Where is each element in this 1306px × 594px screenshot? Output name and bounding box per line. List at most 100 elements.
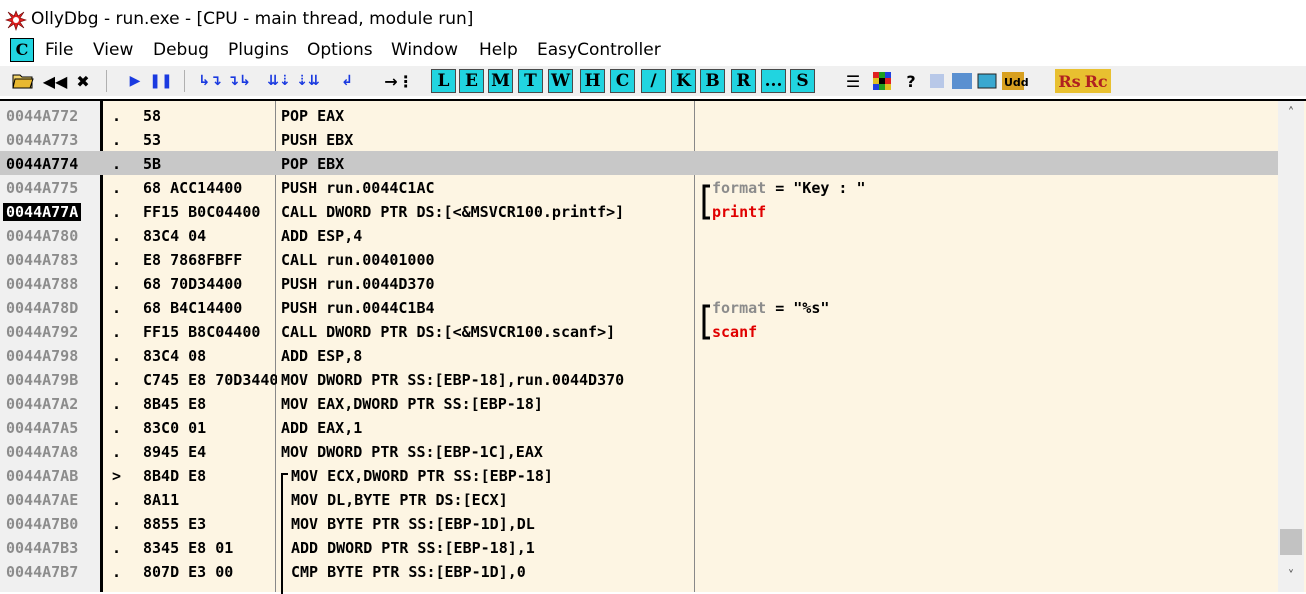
toolbar-references-button[interactable]: R — [731, 69, 756, 93]
rs-button[interactable]: Rs — [1058, 72, 1080, 91]
disassembly-row[interactable]: 0044A792. FF15 B8C04400 CALL DWORD PTR DS:… — [0, 319, 1278, 343]
disassembly-row[interactable]: 0044A772. 58 POP EAX — [0, 103, 1278, 127]
row-hex-dump: 83C4 04 — [143, 227, 207, 245]
toolbar-runtrace-button[interactable]: ... — [761, 69, 786, 93]
row-address: 0044A783 — [6, 251, 79, 269]
row-disassembly: MOV BYTE PTR SS:[EBP-1D],DL — [291, 515, 535, 533]
call-arg-bracket — [702, 184, 710, 220]
goto-icon[interactable]: →⋮ — [384, 69, 413, 93]
cpu-disassembly-pane[interactable]: 0044A772. 58 POP EAX 0044A773. 53 PUSH EBX 004… — [0, 99, 1306, 594]
row-address: 0044A7A5 — [6, 419, 79, 437]
toolbar-threads-button[interactable]: T — [518, 69, 543, 93]
toolbar-breakpoints-button[interactable]: B — [700, 69, 725, 93]
row-marker: . — [112, 563, 122, 581]
menu-options[interactable]: Options — [307, 40, 373, 60]
row-marker: . — [112, 419, 122, 437]
row-hex-dump: 83C0 01 — [143, 419, 207, 437]
disassembly-row[interactable]: 0044A780. 83C4 04 ADD ESP,4 — [0, 223, 1278, 247]
row-address: 0044A7A8 — [6, 443, 79, 461]
row-disassembly: ADD EAX,1 — [281, 419, 363, 437]
row-address: 0044A7B3 — [6, 539, 79, 557]
trace-over-icon[interactable]: ⇣⇊ — [295, 69, 321, 93]
menu-view[interactable]: View — [93, 40, 133, 60]
disassembly-row[interactable]: 0044A79B. C745 E8 70D34400 MOV DWORD PTR S… — [0, 367, 1278, 391]
row-address: 0044A7B0 — [6, 515, 79, 533]
step-into-icon[interactable]: ↳↴ — [197, 69, 223, 93]
row-hex-dump: 58 — [143, 107, 162, 125]
menu-help[interactable]: Help — [479, 40, 518, 60]
scroll-thumb[interactable] — [1280, 529, 1302, 555]
disassembly-row[interactable]: 0044A78D. 68 B4C14400 PUSH run.0044C1B4 for… — [0, 295, 1278, 319]
grid-icon[interactable] — [869, 69, 895, 93]
row-hex-dump: 8B4D E8 — [143, 467, 207, 485]
menu-easycontroller[interactable]: EasyController — [537, 40, 661, 60]
title-bar: OllyDbg - run.exe - [CPU - main thread, … — [0, 0, 1306, 38]
scroll-up-icon[interactable]: ˄ — [1278, 103, 1304, 125]
disassembly-row[interactable]: 0044A7A2. 8B45 E8 MOV EAX,DWORD PTR SS:[EB… — [0, 391, 1278, 415]
disassembly-row[interactable]: 0044A77A. FF15 B0C04400 CALL DWORD PTR DS:… — [0, 199, 1278, 223]
toolbar-separator — [184, 70, 185, 92]
vertical-scrollbar[interactable]: ˄ ˅ — [1278, 101, 1304, 592]
trace-into-icon[interactable]: ⇊⇣ — [266, 69, 292, 93]
toolbar-handles-button[interactable]: H — [580, 69, 605, 93]
disassembly-row[interactable]: 0044A7AE. 8A11 MOV DL,BYTE PTR DS:[ECX] — [0, 487, 1278, 511]
row-hex-dump: 83C4 08 — [143, 347, 207, 365]
row-disassembly: MOV EAX,DWORD PTR SS:[EBP-18] — [281, 395, 543, 413]
disassembly-row[interactable]: 0044A775. 68 ACC14400 PUSH run.0044C1AC for… — [0, 175, 1278, 199]
row-address: 0044A773 — [6, 131, 79, 149]
disassembly-row[interactable]: 0044A7B0. 8855 E3 MOV BYTE PTR SS:[EBP-1D]… — [0, 511, 1278, 535]
row-address: 0044A788 — [6, 275, 79, 293]
row-comment: format = "Key : " — [712, 179, 866, 197]
rs-rc-buttons[interactable]: Rs Rc — [1055, 69, 1111, 93]
toolbar-executables-button[interactable]: E — [459, 69, 484, 93]
toolbar-patches-button[interactable]: / — [641, 69, 666, 93]
close-icon[interactable]: ✖ — [70, 69, 96, 93]
run-icon[interactable]: ▶ — [122, 69, 148, 93]
pause-icon[interactable]: ❚❚ — [148, 69, 174, 93]
help-icon[interactable]: ? — [898, 69, 924, 93]
comment-arg-name: format — [712, 179, 767, 197]
disassembly-row[interactable]: 0044A7B3. 8345 E8 01 ADD DWORD PTR SS:[EBP… — [0, 535, 1278, 559]
ollydbg-bug-icon — [5, 10, 27, 31]
disassembly-row[interactable]: 0044A798. 83C4 08 ADD ESP,8 — [0, 343, 1278, 367]
toolbar-cpu-button[interactable]: C — [610, 69, 635, 93]
menu-file[interactable]: File — [45, 40, 73, 60]
rc-button[interactable]: Rc — [1085, 72, 1108, 91]
toolbar-log-button[interactable]: L — [431, 69, 456, 93]
plugin-icons[interactable]: Udd — [928, 69, 1028, 93]
step-over-icon[interactable]: ↴↳ — [226, 69, 252, 93]
row-marker: . — [112, 107, 122, 125]
list-icon[interactable]: ☰ — [840, 69, 866, 93]
disassembly-row[interactable]: 0044A773. 53 PUSH EBX — [0, 127, 1278, 151]
toolbar-source-button[interactable]: S — [790, 69, 815, 93]
loop-marker — [281, 473, 288, 594]
row-disassembly: CALL run.00401000 — [281, 251, 435, 269]
disassembly-row[interactable]: 0044A7B7. 807D E3 00 CMP BYTE PTR SS:[EBP-… — [0, 559, 1278, 583]
row-marker: . — [112, 491, 122, 509]
disassembly-row[interactable]: 0044A774. 5B POP EBX — [0, 151, 1278, 175]
comment-arg-value: = "Key : " — [766, 179, 866, 197]
row-marker: . — [112, 443, 122, 461]
row-comment-function: printf — [712, 203, 767, 221]
toolbar-memory-button[interactable]: M — [488, 69, 513, 93]
row-address: 0044A7AE — [6, 491, 79, 509]
disassembly-row[interactable]: 0044A7A5. 83C0 01 ADD EAX,1 — [0, 415, 1278, 439]
toolbar-windows-button[interactable]: W — [548, 69, 573, 93]
disassembly-row[interactable]: 0044A783. E8 7868FBFF CALL run.00401000 — [0, 247, 1278, 271]
cpu-window-icon[interactable]: C — [10, 38, 34, 62]
disassembly-row[interactable]: 0044A788. 68 70D34400 PUSH run.0044D370 — [0, 271, 1278, 295]
disassembly-row[interactable]: 0044A7A8. 8945 E4 MOV DWORD PTR SS:[EBP-1C… — [0, 439, 1278, 463]
menu-debug[interactable]: Debug — [153, 40, 209, 60]
scroll-down-icon[interactable]: ˅ — [1278, 566, 1304, 588]
row-address: 0044A7AB — [6, 467, 79, 485]
menu-plugins[interactable]: Plugins — [228, 40, 289, 60]
menu-window[interactable]: Window — [391, 40, 458, 60]
row-hex-dump: E8 7868FBFF — [143, 251, 243, 269]
execute-till-return-icon[interactable]: ↲ — [334, 69, 360, 93]
open-icon[interactable] — [10, 69, 36, 93]
row-hex-dump: 8945 E4 — [143, 443, 207, 461]
row-address: 0044A780 — [6, 227, 79, 245]
disassembly-row[interactable]: 0044A7AB >8B4D E8 MOV ECX,DWORD PTR SS:[EB… — [0, 463, 1278, 487]
toolbar-callstack-button[interactable]: K — [671, 69, 696, 93]
rewind-icon[interactable]: ◀◀ — [42, 69, 68, 93]
